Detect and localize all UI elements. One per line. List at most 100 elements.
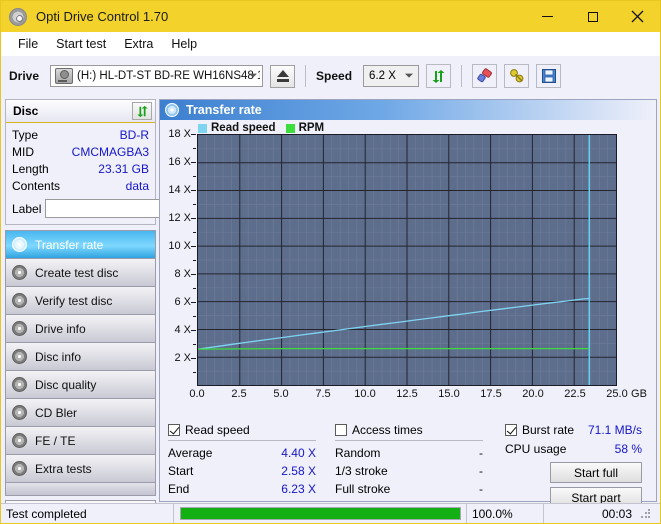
x-tick-label: 2.5 [231,388,247,400]
stat-label: 1/3 stroke [335,464,388,478]
y-tick [191,190,196,191]
window-controls [525,1,660,32]
disc-icon [12,377,27,392]
stat-row-end: End 6.23 X [168,480,316,498]
y-tick [191,274,196,275]
legend-swatch [285,123,295,133]
disc-row-value: BD-R [119,128,149,142]
start-full-button[interactable]: Start full [550,462,642,483]
stat-row-random: Random - [335,444,483,462]
progress-cell [174,504,467,523]
sidebar-item-verify-test-disc[interactable]: Verify test disc [6,287,155,315]
x-tick-label: 22.5 [564,388,586,400]
stat-label: Full stroke [335,482,391,496]
sidebar-item-disc-quality[interactable]: Disc quality [6,371,155,399]
key-button[interactable] [504,64,530,88]
minimize-button[interactable] [525,1,570,32]
y-tick-minor [193,176,196,177]
chart-series-svg [197,135,616,385]
disc-icon [12,461,27,476]
legend-label: RPM [298,122,325,134]
y-tick-label: 8 X [174,268,191,280]
disc-row-length: Length 23.31 GB [12,161,149,178]
legend-item-rpm: RPM [285,122,325,134]
disc-panel-header: Disc [6,100,155,123]
stats-access-times-column: Access times Random - 1/3 stroke - Full … [335,423,483,498]
menu-bar: File Start test Extra Help [1,32,660,56]
access-times-checkbox-row[interactable]: Access times [335,423,483,441]
y-tick-label: 14 X [168,184,191,196]
y-tick [191,218,196,219]
sidebar-item-label: Disc info [35,349,82,364]
drive-select-value: (H:) HL-DT-ST BD-RE WH16NS48 1.D3 [77,70,260,82]
menu-item-help[interactable]: Help [162,34,206,54]
disc-icon [12,321,27,336]
stat-label: Start [168,464,194,478]
chart-x-axis: 0.0 2.5 5.0 7.5 10.0 12.5 15.0 17.5 20.0 22.5 25.0… [160,388,656,404]
elapsed-time: 00:03 [601,506,632,521]
burst-rate-checkbox[interactable] [505,424,517,436]
legend-swatch [198,123,207,133]
access-times-checkbox[interactable] [335,424,347,436]
sidebar-item-disc-info[interactable]: Disc info [6,343,155,371]
refresh-button[interactable] [426,64,452,88]
disc-icon [165,103,179,117]
sidebar-item-drive-info[interactable]: Drive info [6,315,155,343]
sidebar-nav: Transfer rate Create test disc Verify te… [5,230,156,496]
y-tick-minor [193,260,196,261]
toolbar-divider [305,65,307,87]
y-tick [191,302,196,303]
resize-grip-icon[interactable] [640,507,652,520]
y-tick-minor [193,232,196,233]
legend-item-read-speed: Read speed [198,122,276,134]
stat-value: 6.23 X [281,482,316,496]
y-tick [191,134,196,135]
status-message: Test completed [1,504,174,523]
eraser-icon [476,68,492,83]
speed-label: Speed [316,69,353,83]
eject-button[interactable] [270,64,296,88]
y-tick [191,162,196,163]
save-button[interactable] [536,64,562,88]
erase-button[interactable] [472,64,498,88]
speed-select[interactable]: 6.2 X [363,65,420,87]
stat-value: 4.40 X [281,446,316,460]
sidebar-item-create-test-disc[interactable]: Create test disc [6,259,155,287]
sidebar-item-label: Verify test disc [35,293,113,308]
maximize-button[interactable] [570,1,615,32]
disc-row-value: 23.31 GB [98,162,149,176]
menu-item-extra[interactable]: Extra [115,34,162,54]
read-speed-checkbox[interactable] [168,424,180,436]
drive-select[interactable]: (H:) HL-DT-ST BD-RE WH16NS48 1.D3 [50,65,264,87]
menu-item-file[interactable]: File [9,34,47,54]
status-bar: Test completed 100.0% 00:03 [1,503,660,523]
cpu-usage-row: CPU usage 58 % [505,440,642,458]
stat-row-average: Average 4.40 X [168,444,316,462]
close-button[interactable] [615,1,660,32]
read-speed-checkbox-row[interactable]: Read speed [168,423,316,441]
access-times-label: Access times [352,423,423,437]
menu-item-start-test[interactable]: Start test [47,34,115,54]
chart-stats: Read speed Average 4.40 X Start 2.58 X E… [160,417,656,508]
disc-info-list: Type BD-R MID CMCMAGBA3 Length 23.31 GB … [6,123,249,224]
disc-icon [12,433,27,448]
sidebar-item-cd-bler[interactable]: CD Bler [6,399,155,427]
disc-refresh-button[interactable] [132,102,152,120]
y-tick-label: 6 X [174,296,191,308]
left-panel: Disc Type BD-R MID CMCMAGBA3 Length 23.3… [1,95,249,522]
sidebar-item-extra-tests[interactable]: Extra tests [6,455,155,483]
read-speed-label: Read speed [185,423,250,437]
sidebar-item-label: Drive info [35,321,86,336]
sidebar-item-fe-te[interactable]: FE / TE [6,427,155,455]
disc-icon [12,293,27,308]
chart-legend: Read speed RPM [198,122,324,134]
sidebar-item-transfer-rate[interactable]: Transfer rate [6,231,155,259]
disc-row-label: Length [12,162,49,176]
app-window: Opti Drive Control 1.70 File Start test … [0,0,661,524]
refresh-icon [136,105,148,117]
y-tick-label: 12 X [168,212,191,224]
sidebar-item-label: Transfer rate [35,237,104,252]
disc-row-mid: MID CMCMAGBA3 [12,144,149,161]
stat-value: - [479,482,483,496]
chart-plot-area[interactable] [197,134,617,386]
